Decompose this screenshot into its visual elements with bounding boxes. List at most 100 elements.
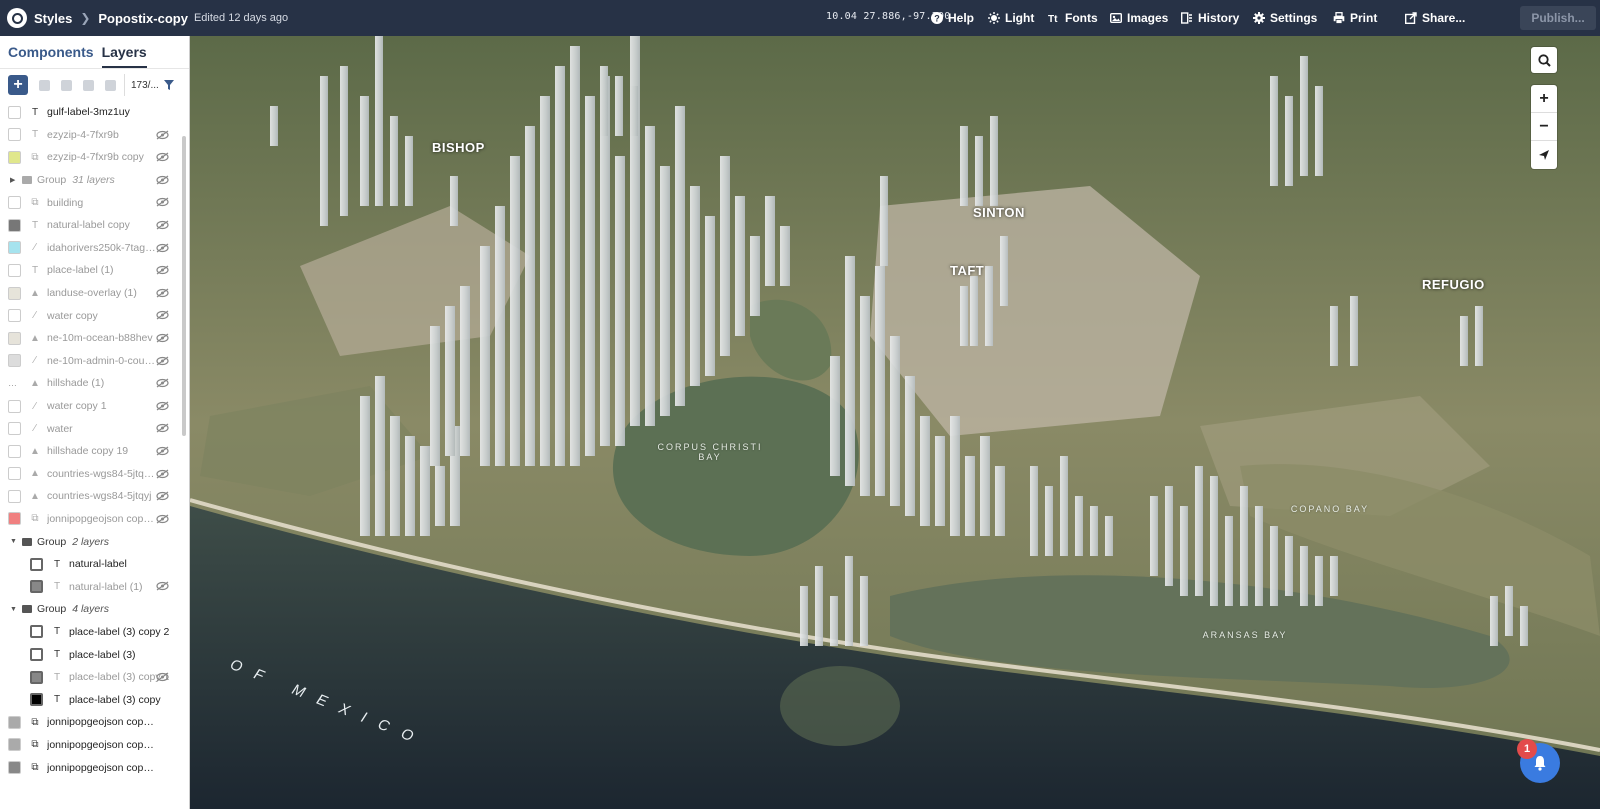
- breadcrumb-styles[interactable]: Styles: [34, 11, 72, 26]
- layer-color-swatch[interactable]: [8, 761, 21, 775]
- layer-count-select[interactable]: 173/...: [124, 74, 180, 96]
- layer-row[interactable]: ⧉ building: [0, 191, 189, 214]
- layer-color-swatch[interactable]: [8, 738, 21, 752]
- group-icon[interactable]: [61, 79, 72, 91]
- share-button[interactable]: Share...: [1405, 0, 1465, 36]
- layer-row[interactable]: ∕ water: [0, 417, 189, 440]
- layer-color-swatch[interactable]: [30, 648, 43, 662]
- layer-color-swatch[interactable]: [8, 218, 21, 232]
- layer-row[interactable]: ∕ ne-10m-admin-0-countries: [0, 350, 189, 373]
- layer-color-swatch[interactable]: [30, 670, 43, 684]
- layer-row[interactable]: ⧉ jonnipopgeojson copy 57: [0, 734, 189, 757]
- layer-row[interactable]: Tnatural-label copy: [0, 214, 189, 237]
- light-button[interactable]: Light: [988, 0, 1034, 36]
- visibility-off-icon[interactable]: [156, 310, 169, 320]
- layer-row[interactable]: ▲ countries-wgs84-5jtqyj: [0, 485, 189, 508]
- layer-color-swatch[interactable]: [8, 422, 21, 436]
- search-button[interactable]: [1531, 47, 1557, 73]
- layer-color-swatch[interactable]: [8, 715, 21, 729]
- panel-scrollbar[interactable]: [182, 136, 186, 436]
- layer-color-swatch[interactable]: [30, 557, 43, 571]
- visibility-off-icon[interactable]: [156, 446, 169, 456]
- caret-right-icon[interactable]: ▶: [10, 176, 16, 184]
- style-name[interactable]: Popostix-copy: [98, 11, 188, 26]
- layer-color-swatch[interactable]: [8, 128, 21, 142]
- caret-down-icon[interactable]: ▼: [10, 606, 17, 613]
- layer-row[interactable]: Tplace-label (3): [0, 643, 189, 666]
- visibility-off-icon[interactable]: [156, 514, 169, 524]
- layer-row[interactable]: ▲ hillshade copy 19: [0, 440, 189, 463]
- visibility-off-icon[interactable]: [156, 423, 169, 433]
- help-button[interactable]: ? Help: [931, 0, 974, 36]
- layer-row[interactable]: Tplace-label (3) copy 1: [0, 666, 189, 689]
- visibility-off-icon[interactable]: [156, 265, 169, 275]
- layer-group-row[interactable]: ▼ Group 4 layers: [0, 598, 189, 621]
- visibility-off-icon[interactable]: [156, 288, 169, 298]
- layer-row[interactable]: Tplace-label (3) copy 2: [0, 621, 189, 644]
- layer-color-swatch[interactable]: [30, 625, 43, 639]
- map-canvas[interactable]: BISHOP SINTON TAFT REFUGIO CORPUS CHRIST…: [190, 36, 1600, 809]
- layer-row[interactable]: Tgulf-label-3mz1uy: [0, 101, 189, 124]
- layer-color-swatch[interactable]: [8, 331, 21, 345]
- layer-row[interactable]: ∕ idahorivers250k-7tag9i copy: [0, 237, 189, 260]
- layer-row[interactable]: Tplace-label (3) copy: [0, 688, 189, 711]
- visibility-off-icon[interactable]: [156, 130, 169, 140]
- visibility-off-icon[interactable]: [156, 491, 169, 501]
- zoom-out-button[interactable]: −: [1531, 113, 1557, 141]
- layer-color-swatch[interactable]: [8, 263, 21, 277]
- hide-icon[interactable]: [83, 79, 94, 91]
- layer-color-swatch[interactable]: [8, 399, 21, 413]
- tab-layers[interactable]: Layers: [101, 44, 147, 68]
- visibility-off-icon[interactable]: [156, 175, 169, 185]
- visibility-off-icon[interactable]: [156, 401, 169, 411]
- layer-row[interactable]: ⧉ ezyzip-4-7fxr9b copy: [0, 146, 189, 169]
- layer-row[interactable]: ⧉ jonnipopgeojson copy 56: [0, 756, 189, 779]
- layer-color-swatch[interactable]: [8, 354, 21, 368]
- layer-row[interactable]: ▲ countries-wgs84-5jtqyj copy: [0, 463, 189, 486]
- layer-group-row[interactable]: ▶ Group 31 layers: [0, 169, 189, 192]
- print-button[interactable]: Print: [1333, 0, 1377, 36]
- add-layer-button[interactable]: +: [8, 75, 28, 95]
- visibility-off-icon[interactable]: [156, 333, 169, 343]
- layer-group-row[interactable]: ▼ Group 2 layers: [0, 530, 189, 553]
- duplicate-icon[interactable]: [39, 79, 50, 91]
- visibility-off-icon[interactable]: [156, 581, 169, 591]
- layer-row[interactable]: ⧉ jonnipopgeojson copy 58: [0, 711, 189, 734]
- layer-row[interactable]: … ▲ hillshade (1): [0, 372, 189, 395]
- layer-color-swatch[interactable]: [8, 286, 21, 300]
- layer-row[interactable]: ⧉ jonnipopgeojson copy 51: [0, 508, 189, 531]
- layer-color-swatch[interactable]: [8, 105, 21, 119]
- layer-row[interactable]: ▲ landuse-overlay (1): [0, 282, 189, 305]
- visibility-off-icon[interactable]: [156, 152, 169, 162]
- visibility-off-icon[interactable]: [156, 672, 169, 682]
- layer-row[interactable]: Tezyzip-4-7fxr9b: [0, 124, 189, 147]
- fonts-button[interactable]: Tt Fonts: [1048, 0, 1098, 36]
- layer-row[interactable]: ▲ ne-10m-ocean-b88hev: [0, 327, 189, 350]
- visibility-off-icon[interactable]: [156, 356, 169, 366]
- caret-down-icon[interactable]: ▼: [10, 538, 17, 545]
- layer-row[interactable]: ∕ water copy: [0, 304, 189, 327]
- visibility-off-icon[interactable]: [156, 220, 169, 230]
- layer-color-swatch[interactable]: [8, 489, 21, 503]
- compass-button[interactable]: [1531, 141, 1557, 169]
- visibility-off-icon[interactable]: [156, 378, 169, 388]
- filter-icon[interactable]: [164, 80, 174, 90]
- layer-color-swatch[interactable]: [8, 309, 21, 323]
- layer-row[interactable]: Tplace-label (1): [0, 259, 189, 282]
- visibility-off-icon[interactable]: [156, 197, 169, 207]
- layer-row[interactable]: Tnatural-label (1): [0, 575, 189, 598]
- layer-row[interactable]: Tnatural-label: [0, 553, 189, 576]
- layer-color-swatch[interactable]: [8, 444, 21, 458]
- layer-color-swatch[interactable]: [8, 512, 21, 526]
- layer-row[interactable]: ∕ water copy 1: [0, 395, 189, 418]
- layer-color-swatch[interactable]: [30, 693, 43, 707]
- visibility-off-icon[interactable]: [156, 469, 169, 479]
- mapbox-logo-icon[interactable]: [7, 8, 27, 28]
- history-button[interactable]: History: [1181, 0, 1239, 36]
- layer-color-swatch[interactable]: [8, 241, 21, 255]
- layer-color-swatch[interactable]: [8, 196, 21, 210]
- images-button[interactable]: Images: [1110, 0, 1168, 36]
- tab-components[interactable]: Components: [8, 44, 94, 68]
- settings-button[interactable]: Settings: [1253, 0, 1317, 36]
- zoom-in-button[interactable]: +: [1531, 85, 1557, 113]
